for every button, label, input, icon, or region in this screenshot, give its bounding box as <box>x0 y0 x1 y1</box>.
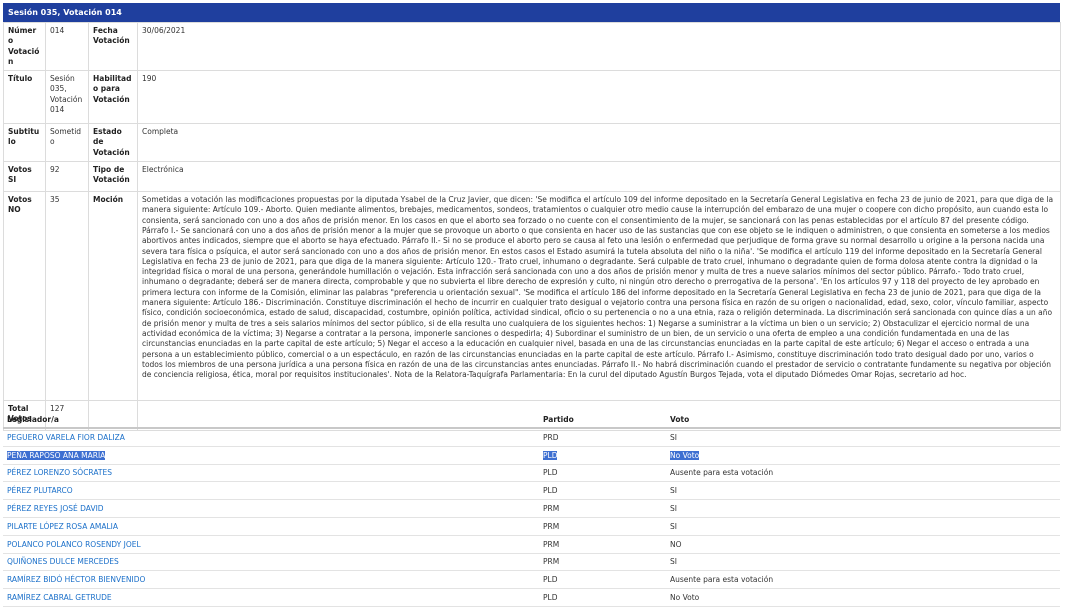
table-row: POLANCO POLANCO ROSENDY JOEL PRM NO <box>3 535 1060 554</box>
legislador-link[interactable]: POLANCO POLANCO ROSENDY JOEL <box>7 540 141 549</box>
subtitulo-value: Sometido <box>45 123 89 163</box>
tipo-value: Electrónica <box>137 161 1061 193</box>
estado-label: Estado de Votación <box>88 123 138 163</box>
voto-cell: SI <box>666 499 1060 518</box>
legislador-cell: QUIÑONES DULCE MERCEDES <box>3 553 539 572</box>
tipo-label: Tipo de Votación <box>88 161 138 193</box>
table-row: PEÑA RAPOSO ANA MARÍA PLD No Voto <box>3 446 1060 465</box>
column-header-legislador[interactable]: Legislador/a <box>3 411 539 429</box>
mocion-label: Moción <box>88 191 138 402</box>
partido-value: PLD <box>543 450 558 460</box>
table-row: PÉREZ REYES JOSÉ DAVID PRM SI <box>3 499 1060 518</box>
habilitado-value: 190 <box>137 70 1061 125</box>
legisladores-table: Legislador/a Partido Voto PEGUERO VARELA… <box>3 411 1060 607</box>
votos-si-value: 92 <box>45 161 89 193</box>
legislador-link[interactable]: RAMÍREZ BIDÓ HÉCTOR BIENVENIDO <box>7 575 145 584</box>
mocion-text: Sometidas a votación las modificaciones … <box>137 191 1061 402</box>
legislador-link[interactable]: PEGUERO VARELA FIOR DALIZA <box>7 433 125 442</box>
voto-value: No Voto <box>670 450 700 460</box>
estado-value: Completa <box>137 123 1061 163</box>
votos-no-value: 35 <box>45 191 89 402</box>
legislador-link[interactable]: PÉREZ REYES JOSÉ DAVID <box>7 504 104 513</box>
voto-cell: Ausente para esta votación <box>666 464 1060 483</box>
table-row: PÉREZ LORENZO SÓCRATES PLD Ausente para … <box>3 464 1060 483</box>
partido-cell: PLD <box>539 464 666 483</box>
column-header-partido[interactable]: Partido <box>539 411 666 429</box>
voto-cell: Ausente para esta votación <box>666 570 1060 590</box>
legislador-link[interactable]: QUIÑONES DULCE MERCEDES <box>7 557 119 566</box>
fecha-label: Fecha Votación <box>88 21 138 72</box>
legislador-cell: PEÑA RAPOSO ANA MARÍA <box>3 446 539 465</box>
voto-cell: SI <box>666 481 1060 501</box>
legislador-cell: RAMÍREZ BIDÓ HÉCTOR BIENVENIDO <box>3 570 539 590</box>
votos-si-label: Votos SI <box>3 161 46 193</box>
legislador-link[interactable]: PEÑA RAPOSO ANA MARÍA <box>7 450 106 460</box>
voto-cell: No Voto <box>666 446 1060 465</box>
partido-cell: PRM <box>539 553 666 572</box>
partido-cell: PRM <box>539 535 666 554</box>
legislador-cell: POLANCO POLANCO ROSENDY JOEL <box>3 535 539 554</box>
panel-header: Sesión 035, Votación 014 <box>3 3 1060 22</box>
titulo-label: Título <box>3 70 46 125</box>
partido-cell: PRD <box>539 428 666 447</box>
voto-cell: SI <box>666 517 1060 536</box>
table-row: PEGUERO VARELA FIOR DALIZA PRD SI <box>3 428 1060 447</box>
votacion-panel: Sesión 035, Votación 014 Número Votación… <box>3 3 1061 432</box>
partido-cell: PRM <box>539 517 666 536</box>
legislador-link[interactable]: RAMÍREZ CABRAL GETRUDE <box>7 593 112 602</box>
voto-cell: NO <box>666 535 1060 554</box>
legislador-link[interactable]: PÉREZ PLUTARCO <box>7 486 73 495</box>
table-row: RAMÍREZ BIDÓ HÉCTOR BIENVENIDO PLD Ausen… <box>3 570 1060 590</box>
legislador-cell: PILARTE LÓPEZ ROSA AMALIA <box>3 517 539 536</box>
legislador-link[interactable]: PILARTE LÓPEZ ROSA AMALIA <box>7 522 118 531</box>
voto-cell: No Voto <box>666 588 1060 607</box>
subtitulo-label: Subtitulo <box>3 123 46 163</box>
partido-cell: PRM <box>539 499 666 518</box>
partido-cell: PLD <box>539 481 666 501</box>
legislador-cell: PÉREZ REYES JOSÉ DAVID <box>3 499 539 518</box>
table-row: PÉREZ PLUTARCO PLD SI <box>3 481 1060 501</box>
legislador-cell: PÉREZ LORENZO SÓCRATES <box>3 464 539 483</box>
legislador-cell: RAMÍREZ CABRAL GETRUDE <box>3 588 539 607</box>
table-row: QUIÑONES DULCE MERCEDES PRM SI <box>3 553 1060 572</box>
voto-cell: SI <box>666 428 1060 447</box>
voto-cell: SI <box>666 553 1060 572</box>
fecha-value: 30/06/2021 <box>137 21 1061 72</box>
habilitado-label: Habilitado para Votación <box>88 70 138 125</box>
table-row: RAMÍREZ CABRAL GETRUDE PLD No Voto <box>3 588 1060 607</box>
partido-cell: PLD <box>539 570 666 590</box>
numero-label: Número Votación <box>3 21 46 72</box>
partido-cell: PLD <box>539 588 666 607</box>
partido-cell: PLD <box>539 446 666 465</box>
column-header-voto[interactable]: Voto <box>666 411 1060 429</box>
legislador-cell: PÉREZ PLUTARCO <box>3 481 539 501</box>
legislador-link[interactable]: PÉREZ LORENZO SÓCRATES <box>7 468 112 477</box>
table-row: PILARTE LÓPEZ ROSA AMALIA PRM SI <box>3 517 1060 536</box>
numero-value: 014 <box>45 21 89 72</box>
legislador-cell: PEGUERO VARELA FIOR DALIZA <box>3 428 539 447</box>
details-table: Número Votación 014 Fecha Votación 30/06… <box>3 21 1061 432</box>
titulo-value: Sesión 035, Votación 014 <box>45 70 89 125</box>
votos-no-label: Votos NO <box>3 191 46 402</box>
